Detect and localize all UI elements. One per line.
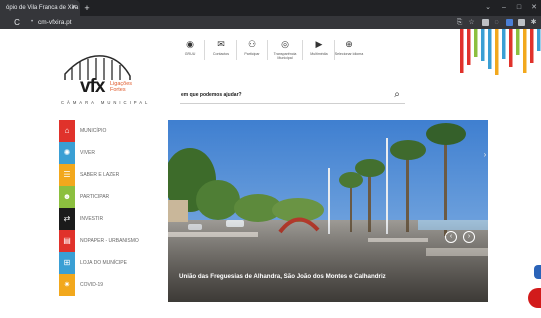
browser-tab-bar: ópio de Vila Franca de Xira × + ⌄ – □ ✕ (0, 0, 541, 16)
building-icon: ⌂ (59, 120, 75, 142)
sidebar-item-participar[interactable]: ☻ PARTICIPAR (59, 186, 159, 208)
brand-stripes (460, 29, 541, 75)
minimize-button[interactable]: – (499, 0, 509, 16)
browser-tab-title: ópio de Vila Franca de Xira (6, 5, 79, 11)
topnav-label: Multimédia (310, 52, 328, 56)
floating-side-button[interactable] (534, 265, 541, 279)
sidebar-item-label: COVID-19 (80, 282, 104, 288)
topnav-gruu[interactable]: ◉ GRUU (173, 38, 207, 56)
bookmark-star-icon[interactable]: ☆ (467, 16, 476, 29)
topnav-label: Selecionar idioma (334, 52, 364, 56)
search-underline (180, 103, 405, 104)
virus-icon: ✷ (59, 274, 75, 296)
topnav-multimedia[interactable]: ▶ Multimédia (302, 38, 336, 56)
url-field[interactable]: cm-vfxira.pt (38, 16, 72, 29)
logo-subtitle: CÂMARA MUNICIPAL (61, 100, 151, 105)
globe-icon: ⊕ (345, 39, 353, 49)
store-icon: ⊞ (59, 252, 75, 274)
tab-close-icon[interactable]: × (70, 0, 78, 16)
topnav-label: GRUU (184, 52, 196, 56)
play-icon: ▶ (315, 39, 323, 49)
floating-help-button[interactable] (528, 288, 541, 308)
search-input[interactable]: em que podemos ajudar? (181, 92, 242, 98)
handshake-icon: ⇄ (59, 208, 75, 230)
browser-tab[interactable]: ópio de Vila Franca de Xira (0, 0, 80, 16)
view-icon: ◎ (281, 39, 289, 49)
topnav-label: Transparência Municipal (273, 52, 297, 61)
hero-caption[interactable]: União das Freguesias de Alhandra, São Jo… (179, 271, 419, 282)
logo-tagline: Ligações Fortes (110, 81, 132, 93)
book-icon: ☰ (59, 164, 75, 186)
sidebar-item-saber-e-lazer[interactable]: ☰ SABER E LAZER (59, 164, 159, 186)
topnav-contactos[interactable]: ✉ Contactos (204, 38, 238, 56)
sidebar-item-viver[interactable]: ✺ VIVER (59, 142, 159, 164)
sidebar-item-loja-do-municipe[interactable]: ⊞ LOJA DO MUNÍCIPE (59, 252, 159, 274)
share-icon[interactable]: ⎘ (455, 16, 464, 29)
people-icon: ☻ (59, 186, 75, 208)
sidebar-item-label: VIVER (80, 150, 96, 156)
search-icon[interactable]: ⌕ (391, 89, 403, 101)
topnav-idioma[interactable]: ⊕ Selecionar idioma (332, 38, 366, 56)
extension-icon[interactable] (482, 19, 489, 26)
extension-icon[interactable] (506, 19, 513, 26)
chevron-right-icon[interactable]: › (481, 150, 489, 160)
sidebar-item-investir[interactable]: ⇄ INVESTIR (59, 208, 159, 230)
lock-icon: • (30, 19, 34, 25)
new-tab-button[interactable]: + (82, 0, 92, 16)
sidebar-item-label: NOPAPER - URBANISMO (80, 238, 139, 244)
sidebar-item-municipio[interactable]: ⌂ MUNICÍPIO (59, 120, 159, 142)
browser-address-bar: C • cm-vfxira.pt ⎘ ☆ ◌ ✱ (0, 16, 541, 29)
sidebar-item-label: INVESTIR (80, 216, 104, 222)
reload-icon[interactable]: C (12, 16, 22, 29)
logo-mark: vfx (80, 76, 105, 97)
city-icon: ▤ (59, 230, 75, 252)
sidebar-item-label: MUNICÍPIO (80, 128, 107, 134)
logo-tagline-line-2: Fortes (110, 87, 126, 93)
maximize-button[interactable]: □ (514, 0, 524, 16)
topnav-participar[interactable]: ⚇ Participar (235, 38, 269, 56)
extension-icon[interactable] (518, 19, 525, 26)
sidebar-item-label: SABER E LAZER (80, 172, 120, 178)
people-icon: ⚇ (247, 39, 257, 49)
tab-dropdown-icon[interactable]: ⌄ (483, 0, 493, 16)
extensions-puzzle-icon[interactable]: ✱ (529, 16, 538, 29)
sidebar-item-covid-19[interactable]: ✷ COVID-19 (59, 274, 159, 296)
gear-icon: ✺ (59, 142, 75, 164)
topnav-label: Participar (244, 52, 260, 56)
topnav-transparencia[interactable]: ◎ Transparência Municipal (268, 38, 302, 60)
carousel-next-button[interactable]: › (463, 231, 475, 243)
eye-icon: ◉ (186, 39, 194, 49)
carousel-prev-button[interactable]: ‹ (445, 231, 457, 243)
mail-icon: ✉ (217, 39, 225, 49)
sidebar-item-nopaper-urbanismo[interactable]: ▤ NOPAPER - URBANISMO (59, 230, 159, 252)
sidebar-item-label: LOJA DO MUNÍCIPE (80, 260, 127, 266)
topnav-label: Contactos (212, 52, 230, 56)
sidebar-item-label: PARTICIPAR (80, 194, 110, 200)
extension-icon[interactable]: ◌ (492, 16, 501, 29)
close-window-button[interactable]: ✕ (529, 0, 539, 16)
